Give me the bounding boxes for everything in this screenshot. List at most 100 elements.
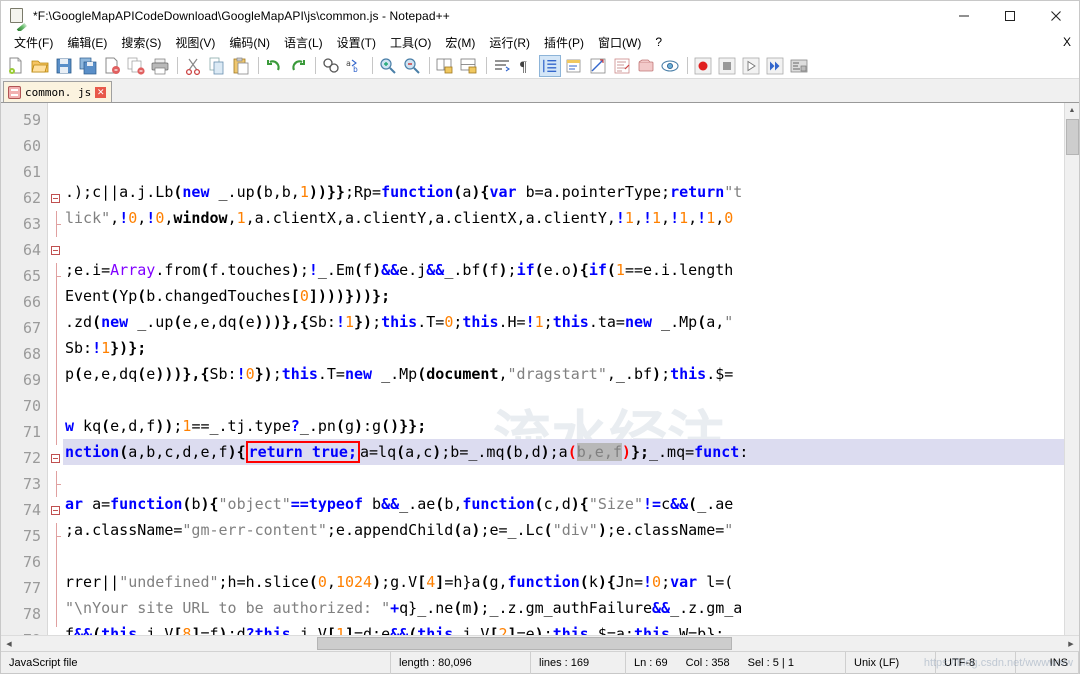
code-text-area[interactable]: 流水经注 江 .);c||a.j.Lb(new _.up(b,b,1))}};R… [63,103,1064,635]
code-line[interactable] [63,387,1064,413]
code-token: ( [688,495,698,513]
close-button[interactable] [1033,1,1079,31]
play-macro-icon[interactable] [740,55,762,77]
print-icon[interactable] [149,55,171,77]
fold-toggle-icon[interactable] [48,237,63,263]
code-line[interactable]: lick",!0,!0,window,1,a.clientX,a.clientY… [63,205,1064,231]
show-all-chars-icon[interactable]: ¶ [515,55,537,77]
document-map-icon[interactable] [611,55,633,77]
paste-icon[interactable] [230,55,252,77]
code-token: typeof [308,495,364,513]
code-token: ! [308,261,318,279]
code-token: ()}}; [381,417,427,435]
fold-toggle-icon[interactable] [48,185,63,211]
scroll-left-arrow[interactable]: ◀ [1,636,17,652]
code-line[interactable]: nction(a,b,c,d,e,f){return true; a=lq(a,c… [63,439,1064,465]
indent-guide-icon[interactable] [539,54,561,77]
sync-horizontal-icon[interactable] [458,55,480,77]
code-line[interactable]: f&&(this.j.V[8]=f);d?this.j.V[1]=d:e&&(t… [63,621,1064,635]
line-number: 73 [22,475,41,493]
fold-toggle-icon[interactable] [48,627,63,635]
menu-tools[interactable]: 工具(O) [383,32,438,53]
code-token: :g [363,417,382,435]
line-number: 69 [22,371,41,389]
copy-icon[interactable] [206,55,228,77]
zoom-out-icon[interactable] [401,55,423,77]
code-token: + [390,599,400,617]
cut-icon[interactable] [182,55,204,77]
minimize-button[interactable] [941,1,987,31]
menu-view[interactable]: 视图(V) [168,32,222,53]
horizontal-scroll-thumb[interactable] [317,636,732,650]
save-icon[interactable] [53,55,75,77]
fold-toggle-icon[interactable] [48,497,63,523]
zoom-in-icon[interactable] [377,55,399,77]
find-icon[interactable] [320,55,342,77]
menu-edit[interactable]: 编辑(E) [60,32,114,53]
menu-macro[interactable]: 宏(M) [438,32,482,53]
horizontal-scroll-track[interactable] [17,636,1063,652]
horizontal-scrollbar[interactable]: ◀ ▶ [1,635,1079,651]
code-token: .);c||a.j.Lb [65,183,174,201]
fold-margin[interactable] [47,103,63,635]
code-token: , [326,573,336,591]
code-token: != [643,495,662,513]
menu-language[interactable]: 语言(L) [277,32,330,53]
folder-as-workspace-icon[interactable] [659,55,681,77]
redo-icon[interactable] [287,55,309,77]
new-file-icon[interactable] [5,55,27,77]
ui-user-defined-dialog-icon[interactable] [563,55,585,77]
code-line[interactable]: ;e.i=Array.from(f.touches);!_.Em(f)&&e.j… [63,257,1064,283]
code-line[interactable]: p(e,e,dq(e)))},{Sb:!0});this.T=new _.Mp(… [63,361,1064,387]
code-line[interactable]: "\nYour site URL to be authorized: "+q}_… [63,595,1064,621]
code-line[interactable] [63,543,1064,569]
save-all-icon[interactable] [77,55,99,77]
undo-icon[interactable] [263,55,285,77]
code-line[interactable]: w kq(e,d,f));1==_.tj.type?_.pn(g):g()}}; [63,413,1064,439]
code-line[interactable]: ar a=function(b){"object"==typeof b&&_.a… [63,491,1064,517]
word-wrap-icon[interactable] [491,55,513,77]
close-all-icon[interactable] [125,55,147,77]
scroll-up-arrow[interactable]: ▲ [1065,103,1080,118]
scroll-right-arrow[interactable]: ▶ [1063,636,1079,652]
code-line[interactable] [63,465,1064,491]
code-token: ] [435,573,445,591]
code-token: a=lq [360,443,397,461]
menu-settings[interactable]: 设置(T) [330,32,383,53]
close-file-icon[interactable] [101,55,123,77]
record-macro-icon[interactable] [692,55,714,77]
code-token: this [670,365,707,383]
menu-search[interactable]: 搜索(S) [114,32,168,53]
open-file-icon[interactable] [29,55,51,77]
tab-common-js[interactable]: common. js ✕ [3,81,113,102]
replace-icon[interactable]: ab [344,55,366,77]
sync-vertical-icon[interactable] [434,55,456,77]
menu-plugins[interactable]: 插件(P) [537,32,591,53]
code-line[interactable]: rrer||"undefined";h=h.slice(0,1024);g.V[… [63,569,1064,595]
menu-file[interactable]: 文件(F) [7,32,60,53]
close-document-button[interactable]: X [1063,35,1071,49]
menu-help[interactable]: ? [648,33,669,51]
menu-window[interactable]: 窗口(W) [591,32,648,53]
code-line[interactable] [63,231,1064,257]
stop-record-macro-icon[interactable] [716,55,738,77]
vertical-scrollbar[interactable]: ▲ [1064,103,1079,635]
code-line[interactable]: Sb:!1})}; [63,335,1064,361]
run-macro-multiple-icon[interactable] [764,55,786,77]
code-line[interactable]: .zd(new _.up(e,e,dq(e)))},{Sb:!1});this.… [63,309,1064,335]
code-token: ( [101,417,111,435]
function-list-icon[interactable] [635,55,657,77]
code-line[interactable]: Event(Yp(b.changedTouches[0])))}))}; [63,283,1064,309]
code-line[interactable]: ;a.className="gm-err-content";e.appendCh… [63,517,1064,543]
show-whitespace-icon[interactable] [587,55,609,77]
vertical-scroll-thumb[interactable] [1066,119,1079,155]
menu-run[interactable]: 运行(R) [482,32,537,53]
line-number: 76 [22,553,41,571]
maximize-button[interactable] [987,1,1033,31]
menu-encoding[interactable]: 编码(N) [222,32,277,53]
save-macro-icon[interactable] [788,55,810,77]
code-line[interactable]: .);c||a.j.Lb(new _.up(b,b,1))}};Rp=funct… [63,179,1064,205]
close-icon[interactable]: ✕ [95,86,107,98]
code-token: ;Rp= [344,183,382,201]
fold-toggle-icon[interactable] [48,445,63,471]
